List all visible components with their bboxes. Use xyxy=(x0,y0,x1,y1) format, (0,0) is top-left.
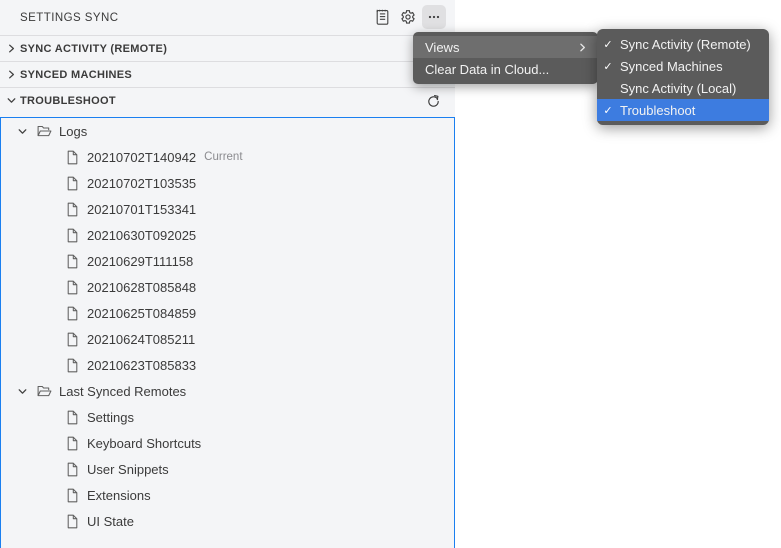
tree-item-label: 20210625T084859 xyxy=(83,306,196,321)
chevron-down-icon[interactable] xyxy=(11,126,33,137)
tree-item-label: User Snippets xyxy=(83,462,169,477)
tree-item-label: Settings xyxy=(83,410,134,425)
file-icon xyxy=(61,488,83,503)
section-header-sync-activity-remote[interactable]: SYNC ACTIVITY (REMOTE) xyxy=(0,35,455,61)
chevron-right-icon xyxy=(2,43,20,54)
tree-item-label: Extensions xyxy=(83,488,151,503)
submenu-item[interactable]: ✓Synced Machines xyxy=(597,55,769,77)
file-icon xyxy=(61,306,83,321)
file-icon xyxy=(61,436,83,451)
file-icon xyxy=(61,228,83,243)
submenu-item[interactable]: ✓Sync Activity (Remote) xyxy=(597,33,769,55)
submenu-item-label: Synced Machines xyxy=(619,59,723,74)
section-title: SYNC ACTIVITY (REMOTE) xyxy=(20,43,167,55)
chevron-down-icon xyxy=(2,95,20,106)
tree-file-row[interactable]: 20210624T085211 xyxy=(1,326,454,352)
file-icon xyxy=(61,150,83,165)
check-icon: ✓ xyxy=(597,60,619,73)
tree-item-label: 20210623T085833 xyxy=(83,358,196,373)
folder-open-icon xyxy=(33,124,55,138)
file-icon xyxy=(61,202,83,217)
tree-file-row[interactable]: Keyboard Shortcuts xyxy=(1,430,454,456)
section-title: SYNCED MACHINES xyxy=(20,69,132,81)
settings-sync-sidebar: SETTINGS SYNC xyxy=(0,0,455,548)
file-icon xyxy=(61,254,83,269)
tree-file-row[interactable]: 20210702T140942Current xyxy=(1,144,454,170)
tree-file-row[interactable]: 20210623T085833 xyxy=(1,352,454,378)
tree-file-row[interactable]: 20210625T084859 xyxy=(1,300,454,326)
tree-file-row[interactable]: 20210630T092025 xyxy=(1,222,454,248)
submenu-item[interactable]: Sync Activity (Local) xyxy=(597,77,769,99)
folder-open-icon xyxy=(33,384,55,398)
file-icon xyxy=(61,176,83,191)
troubleshoot-tree[interactable]: Logs 20210702T140942Current 20210702T10353… xyxy=(0,117,455,548)
tree-item-description: Current xyxy=(196,151,242,163)
context-menu-item[interactable]: Clear Data in Cloud... xyxy=(413,58,598,80)
file-icon xyxy=(61,462,83,477)
submenu-item-label: Sync Activity (Local) xyxy=(619,81,736,96)
file-icon xyxy=(61,410,83,425)
submenu-item[interactable]: ✓Troubleshoot xyxy=(597,99,769,121)
tree-item-label: Last Synced Remotes xyxy=(55,384,186,399)
views-submenu[interactable]: ✓Sync Activity (Remote)✓Synced MachinesS… xyxy=(597,29,769,125)
views-context-menu[interactable]: Views Clear Data in Cloud... xyxy=(413,32,598,84)
tree-item-label: UI State xyxy=(83,514,134,529)
submenu-item-label: Troubleshoot xyxy=(619,103,695,118)
tree-folder-row[interactable]: Logs xyxy=(1,118,454,144)
chevron-right-icon xyxy=(2,69,20,80)
tree-file-row[interactable]: 20210701T153341 xyxy=(1,196,454,222)
context-menu-item-label: Views xyxy=(425,40,459,55)
tree-file-row[interactable]: Settings xyxy=(1,404,454,430)
tree-file-row[interactable]: User Snippets xyxy=(1,456,454,482)
tree-item-label: Logs xyxy=(55,124,87,139)
file-icon xyxy=(61,332,83,347)
file-icon xyxy=(61,280,83,295)
file-icon xyxy=(61,358,83,373)
file-icon xyxy=(61,514,83,529)
check-icon: ✓ xyxy=(597,38,619,51)
tree-file-row[interactable]: 20210628T085848 xyxy=(1,274,454,300)
tree-item-label: 20210629T111158 xyxy=(83,254,193,269)
chevron-right-icon xyxy=(577,42,588,53)
tree-item-label: Keyboard Shortcuts xyxy=(83,436,201,451)
gear-icon[interactable] xyxy=(396,5,420,29)
submenu-item-label: Sync Activity (Remote) xyxy=(619,37,751,52)
view-title-bar: SETTINGS SYNC xyxy=(0,0,455,35)
check-icon: ✓ xyxy=(597,104,619,117)
tree-item-label: 20210624T085211 xyxy=(83,332,195,347)
tree-file-row[interactable]: UI State xyxy=(1,508,454,534)
section-title: TROUBLESHOOT xyxy=(20,95,116,107)
show-log-icon[interactable] xyxy=(370,5,394,29)
chevron-down-icon[interactable] xyxy=(11,386,33,397)
section-header-synced-machines[interactable]: SYNCED MACHINES xyxy=(0,61,455,87)
tree-file-row[interactable]: 20210702T103535 xyxy=(1,170,454,196)
ellipsis-icon[interactable] xyxy=(422,5,446,29)
refresh-icon[interactable] xyxy=(423,91,443,111)
tree-item-label: 20210702T140942 xyxy=(83,150,196,165)
context-menu-item-label: Clear Data in Cloud... xyxy=(425,62,549,77)
tree-item-label: 20210628T085848 xyxy=(83,280,196,295)
page-title: SETTINGS SYNC xyxy=(20,12,119,24)
tree-item-label: 20210701T153341 xyxy=(83,202,196,217)
tree-item-label: 20210702T103535 xyxy=(83,176,196,191)
context-menu-item[interactable]: Views xyxy=(413,36,598,58)
view-toolbar xyxy=(370,5,446,29)
tree-file-row[interactable]: Extensions xyxy=(1,482,454,508)
section-header-troubleshoot[interactable]: TROUBLESHOOT xyxy=(0,87,455,113)
tree-item-label: 20210630T092025 xyxy=(83,228,196,243)
tree-file-row[interactable]: 20210629T111158 xyxy=(1,248,454,274)
tree-folder-row[interactable]: Last Synced Remotes xyxy=(1,378,454,404)
